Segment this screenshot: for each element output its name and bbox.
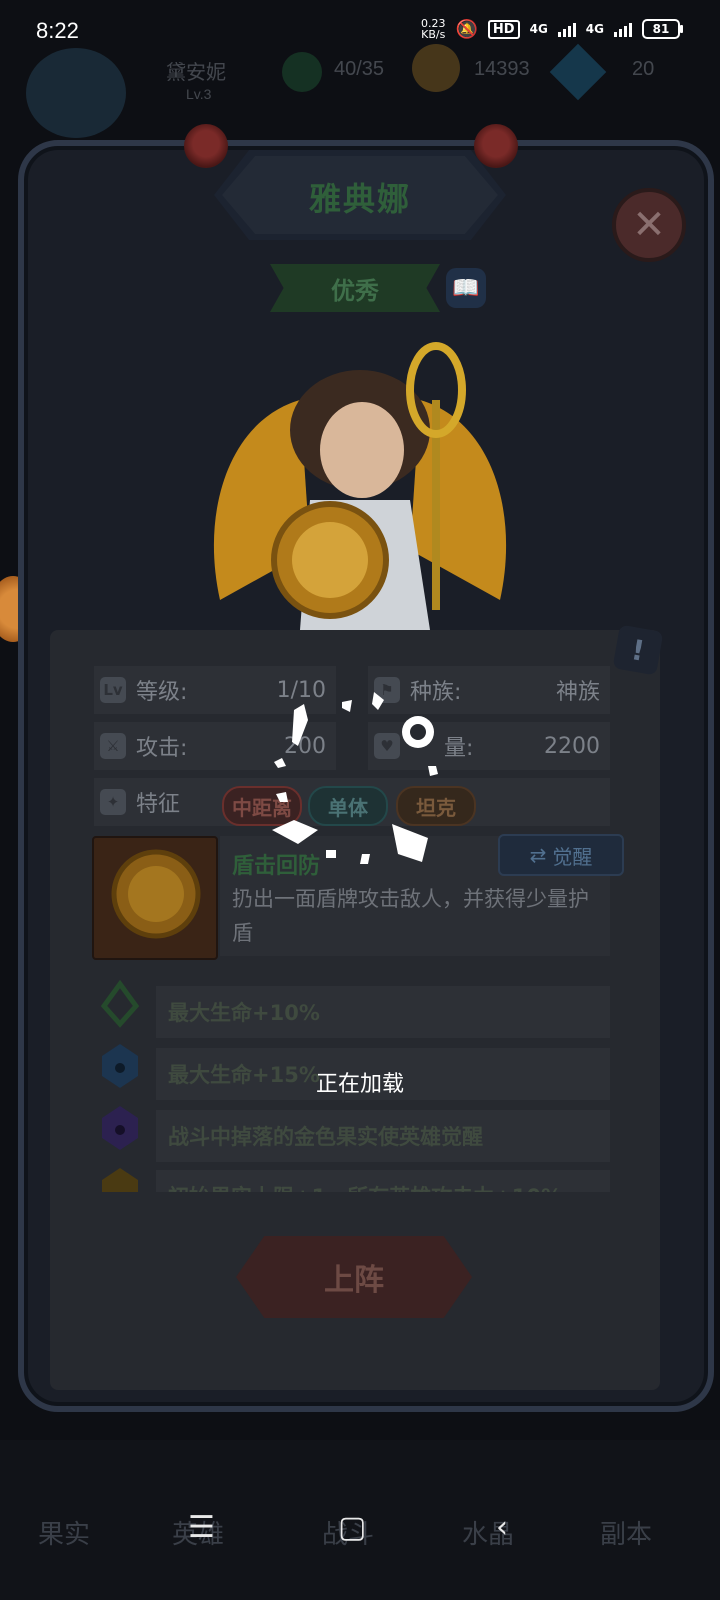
player-level: Lv.3: [186, 86, 212, 102]
awaken-button[interactable]: ⇄ 觉醒: [498, 834, 624, 876]
hero-portrait: [213, 342, 507, 630]
nav-item-fruit[interactable]: 果实: [38, 1514, 90, 1551]
level-icon: Lv: [100, 677, 126, 703]
signal-icon: [614, 21, 632, 37]
close-icon: ✕: [632, 202, 666, 248]
deploy-button[interactable]: 上阵: [236, 1236, 472, 1318]
status-icons: 0.23 KB/s 🔕 HD 4G 4G 81: [421, 18, 683, 40]
loading-text: 正在加载: [315, 1072, 404, 1097]
network-type-1: 4G: [529, 21, 548, 36]
passive-rune-icon: [100, 980, 140, 1028]
awaken-label: 觉醒: [552, 844, 593, 869]
passive-row-1: 最大生命+10%: [156, 986, 610, 1038]
lock-icon: [102, 1168, 138, 1192]
attack-label: 攻击:: [136, 736, 188, 761]
close-button[interactable]: ✕: [612, 188, 686, 262]
back-icon[interactable]: ‹: [496, 1510, 508, 1545]
status-bar: 8:22 0.23 KB/s 🔕 HD 4G 4G 81: [0, 0, 720, 64]
face: [320, 402, 404, 498]
home-icon[interactable]: ▢: [338, 1510, 366, 1545]
lock-icon: [102, 1106, 138, 1150]
passive-row-4: 初始果实上限+1，所有英雄攻击力+10%: [156, 1170, 610, 1192]
network-type-2: 4G: [585, 21, 604, 36]
skill-description: 扔出一面盾牌攻击敌人，并获得少量护盾: [232, 887, 589, 945]
clock: 8:22: [36, 18, 79, 43]
loading-spinner-icon: [272, 692, 438, 864]
passive-row-3: 战斗中掉落的金色果实使英雄觉醒: [156, 1110, 610, 1162]
level-label: 等级:: [136, 680, 188, 705]
hd-badge: HD: [487, 19, 520, 39]
attack-icon: ⚔: [100, 733, 126, 759]
signal-icon: [557, 21, 576, 37]
passive-clip: 初始果实上限+1，所有英雄攻击力+10%: [96, 1166, 616, 1192]
exclamation-icon: !: [628, 632, 648, 668]
network-speed-unit: KB/s: [421, 28, 446, 41]
skill-icon[interactable]: [92, 836, 218, 960]
rarity-banner: 优秀: [270, 264, 440, 312]
traits-icon: ✦: [100, 789, 126, 815]
book-icon[interactable]: 📖: [446, 268, 486, 308]
traits-label: 特征: [136, 792, 181, 817]
battery-icon: 81: [642, 19, 683, 39]
hp-value: 2200: [544, 733, 600, 759]
swap-arrows-icon: ⇄: [529, 843, 547, 867]
hero-name: 雅典娜: [308, 180, 411, 218]
mute-icon: 🔕: [455, 18, 478, 40]
menu-icon[interactable]: ☰: [188, 1510, 215, 1545]
info-alert-button[interactable]: !: [612, 624, 664, 676]
nav-item-dungeon[interactable]: 副本: [600, 1514, 652, 1551]
race-value: 神族: [555, 680, 600, 705]
network-speed: 0.23 KB/s: [421, 18, 446, 40]
hero-name-plate: 雅典娜: [214, 150, 506, 240]
